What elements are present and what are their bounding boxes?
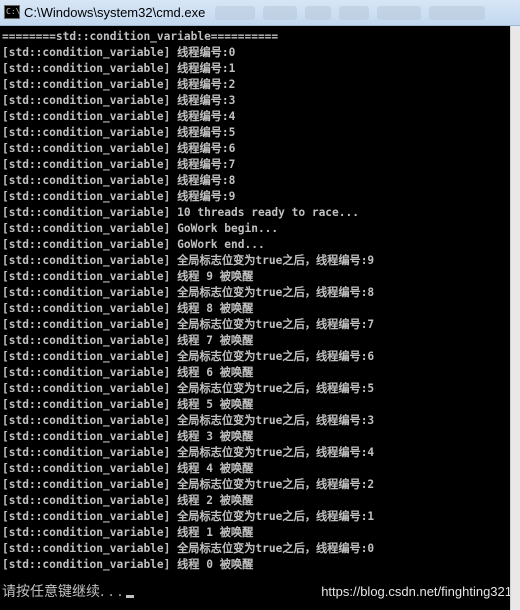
cmd-window: C:\ C:\Windows\system32\cmd.exe ========… <box>0 0 520 610</box>
console-line: [std::condition_variable] 线程编号:2 <box>2 78 236 91</box>
blurred-tab <box>305 6 331 20</box>
console-output[interactable]: ========std::condition_variable=========… <box>0 29 510 610</box>
console-line: [std::condition_variable] 全局标志位变为true之后，… <box>2 478 375 491</box>
console-line: [std::condition_variable] 线程 4 被唤醒 <box>2 462 254 475</box>
blurred-tab <box>263 6 297 20</box>
title-bar[interactable]: C:\ C:\Windows\system32\cmd.exe <box>0 0 520 26</box>
blurred-tab <box>339 6 369 20</box>
console-line: [std::condition_variable] 线程 2 被唤醒 <box>2 494 254 507</box>
console-line: [std::condition_variable] 线程编号:1 <box>2 62 236 75</box>
blog-watermark: https://blog.csdn.net/finghting321 <box>321 584 512 599</box>
console-line: [std::condition_variable] 线程 6 被唤醒 <box>2 366 254 379</box>
console-line: [std::condition_variable] GoWork end... <box>2 238 265 251</box>
console-line: [std::condition_variable] 线程 9 被唤醒 <box>2 270 254 283</box>
blurred-taskbar-tabs <box>215 3 515 23</box>
console-line: [std::condition_variable] 线程 1 被唤醒 <box>2 526 254 539</box>
console-line: [std::condition_variable] 全局标志位变为true之后，… <box>2 350 375 363</box>
console-line: [std::condition_variable] 全局标志位变为true之后，… <box>2 254 375 267</box>
console-line: [std::condition_variable] 线程 0 被唤醒 <box>2 558 254 571</box>
console-line: [std::condition_variable] 线程编号:3 <box>2 94 236 107</box>
console-line: [std::condition_variable] 线程编号:4 <box>2 110 236 123</box>
console-line: [std::condition_variable] 线程 7 被唤醒 <box>2 334 254 347</box>
text-cursor <box>126 595 135 598</box>
blurred-tab <box>377 6 421 20</box>
console-line: [std::condition_variable] 线程 5 被唤醒 <box>2 398 254 411</box>
console-line: [std::condition_variable] 线程 8 被唤醒 <box>2 302 254 315</box>
console-line: [std::condition_variable] 线程编号:6 <box>2 142 236 155</box>
console-line: [std::condition_variable] 线程编号:9 <box>2 190 236 203</box>
console-line: [std::condition_variable] 全局标志位变为true之后，… <box>2 446 375 459</box>
blurred-tab <box>215 6 255 20</box>
console-line: [std::condition_variable] 线程编号:8 <box>2 174 236 187</box>
console-line: [std::condition_variable] 线程编号:5 <box>2 126 236 139</box>
console-line: [std::condition_variable] 全局标志位变为true之后，… <box>2 286 375 299</box>
console-line: [std::condition_variable] 全局标志位变为true之后，… <box>2 510 375 523</box>
console-line: [std::condition_variable] 全局标志位变为true之后，… <box>2 542 375 555</box>
cmd-icon-glyph: C:\ <box>6 7 21 16</box>
blurred-tab <box>429 6 485 20</box>
console-line: [std::condition_variable] 10 threads rea… <box>2 206 359 219</box>
press-any-key-prompt: 请按任意键继续. . . <box>2 583 135 601</box>
console-line: ========std::condition_variable=========… <box>2 30 279 43</box>
console-line: [std::condition_variable] 全局标志位变为true之后，… <box>2 318 375 331</box>
console-line: [std::condition_variable] GoWork begin..… <box>2 222 279 235</box>
console-line: [std::condition_variable] 线程 3 被唤醒 <box>2 430 254 443</box>
console-line: [std::condition_variable] 线程编号:0 <box>2 46 236 59</box>
cmd-app-icon[interactable]: C:\ <box>4 5 20 19</box>
window-title: C:\Windows\system32\cmd.exe <box>24 5 206 20</box>
console-line: [std::condition_variable] 全局标志位变为true之后，… <box>2 414 375 427</box>
vertical-scrollbar[interactable] <box>510 26 520 610</box>
console-line: [std::condition_variable] 全局标志位变为true之后，… <box>2 382 375 395</box>
prompt-text: 请按任意键继续. . . <box>2 584 123 600</box>
console-line: [std::condition_variable] 线程编号:7 <box>2 158 236 171</box>
